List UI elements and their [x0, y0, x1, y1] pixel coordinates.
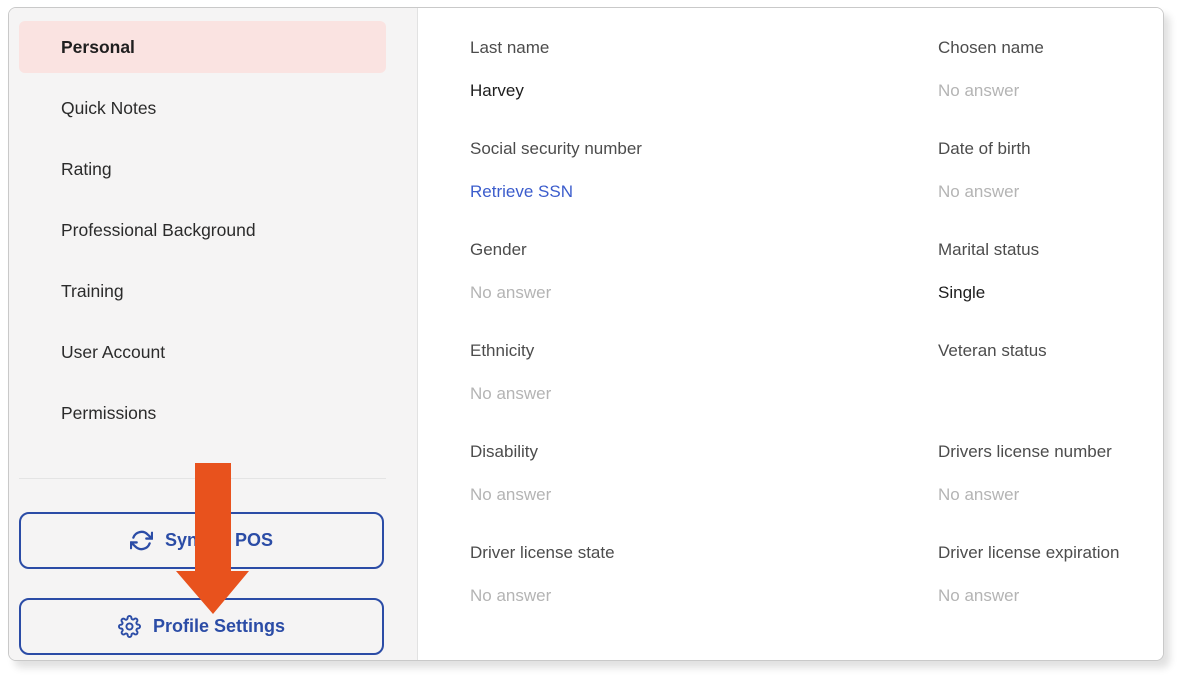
- field-drivers-license-number: Drivers license number No answer: [938, 441, 1163, 542]
- field-label: Veteran status: [938, 340, 1163, 362]
- field-value: No answer: [470, 282, 938, 304]
- field-label: Date of birth: [938, 138, 1163, 160]
- sidebar-item-personal[interactable]: Personal: [19, 21, 386, 73]
- field-veteran-status: Veteran status: [938, 340, 1163, 441]
- field-value: No answer: [470, 383, 938, 405]
- sidebar-item-training[interactable]: Training: [19, 265, 386, 317]
- profile-window: Personal Quick Notes Rating Professional…: [8, 7, 1164, 661]
- field-value: No answer: [938, 585, 1163, 607]
- field-value: No answer: [938, 181, 1163, 203]
- sidebar: Personal Quick Notes Rating Professional…: [9, 8, 418, 660]
- field-gender: Gender No answer: [470, 239, 938, 340]
- field-value: No answer: [938, 80, 1163, 102]
- field-label: Drivers license number: [938, 441, 1163, 463]
- field-disability: Disability No answer: [470, 441, 938, 542]
- field-last-name: Last name Harvey: [470, 37, 938, 138]
- gear-icon: [118, 615, 141, 638]
- field-label: Gender: [470, 239, 938, 261]
- field-value: Harvey: [470, 80, 938, 102]
- field-label: Disability: [470, 441, 938, 463]
- field-label: Driver license state: [470, 542, 938, 564]
- field-marital-status: Marital status Single: [938, 239, 1163, 340]
- sidebar-item-label: Training: [61, 281, 124, 302]
- sidebar-item-label: User Account: [61, 342, 165, 363]
- sidebar-item-rating[interactable]: Rating: [19, 143, 386, 195]
- field-label: Social security number: [470, 138, 938, 160]
- sidebar-item-label: Personal: [61, 37, 135, 58]
- personal-fields-grid: Last name Harvey Chosen name No answer S…: [470, 37, 1163, 643]
- field-value: No answer: [470, 484, 938, 506]
- retrieve-ssn-link[interactable]: Retrieve SSN: [470, 181, 938, 203]
- sidebar-item-label: Quick Notes: [61, 98, 156, 119]
- field-date-of-birth: Date of birth No answer: [938, 138, 1163, 239]
- sync-to-pos-button[interactable]: Sync to POS: [19, 512, 384, 569]
- sidebar-item-permissions[interactable]: Permissions: [19, 387, 386, 439]
- field-label: Marital status: [938, 239, 1163, 261]
- sidebar-item-professional-background[interactable]: Professional Background: [19, 204, 386, 256]
- field-value: No answer: [938, 484, 1163, 506]
- sidebar-item-quick-notes[interactable]: Quick Notes: [19, 82, 386, 134]
- field-value: Single: [938, 282, 1163, 304]
- field-label: Last name: [470, 37, 938, 59]
- sync-icon: [130, 529, 153, 552]
- field-driver-license-expiration: Driver license expiration No answer: [938, 542, 1163, 643]
- field-chosen-name: Chosen name No answer: [938, 37, 1163, 138]
- field-label: Ethnicity: [470, 340, 938, 362]
- profile-settings-button[interactable]: Profile Settings: [19, 598, 384, 655]
- field-value: No answer: [470, 585, 938, 607]
- profile-settings-button-label: Profile Settings: [153, 616, 285, 637]
- sidebar-item-label: Professional Background: [61, 220, 256, 241]
- sidebar-divider: [19, 478, 386, 479]
- personal-info-panel: Last name Harvey Chosen name No answer S…: [418, 8, 1163, 660]
- field-label: Chosen name: [938, 37, 1163, 59]
- sidebar-item-label: Permissions: [61, 403, 156, 424]
- field-ethnicity: Ethnicity No answer: [470, 340, 938, 441]
- sidebar-item-user-account[interactable]: User Account: [19, 326, 386, 378]
- field-driver-license-state: Driver license state No answer: [470, 542, 938, 643]
- field-label: Driver license expiration: [938, 542, 1163, 564]
- field-social-security-number: Social security number Retrieve SSN: [470, 138, 938, 239]
- sidebar-item-label: Rating: [61, 159, 112, 180]
- sync-button-label: Sync to POS: [165, 530, 273, 551]
